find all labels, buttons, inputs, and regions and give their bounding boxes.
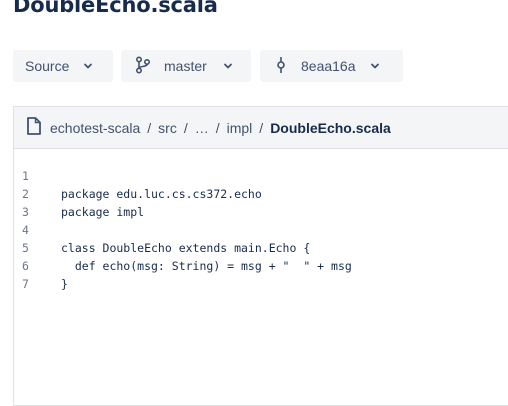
code-line: 3 [14, 185, 508, 219]
line-number: 7 [22, 277, 29, 291]
code-line: 6 } [14, 239, 508, 291]
code-line: 4 class DoubleEcho extends main.Echo { [14, 203, 508, 255]
page-title: DoubleEcho.scala [13, 0, 218, 17]
source-label: Source [25, 58, 70, 74]
commit-label: 8eaa16a [301, 58, 356, 74]
branch-icon [135, 55, 151, 77]
branch-dropdown[interactable]: master [121, 50, 251, 82]
breadcrumb-item-current-file: DoubleEcho.scala [270, 119, 391, 136]
chevron-down-icon [83, 58, 93, 74]
breadcrumb-item-src[interactable]: src [158, 120, 177, 136]
code-line: 1 package edu.luc.cs.cs372.echo [14, 149, 508, 201]
breadcrumb-item-ellipsis[interactable]: … [195, 120, 209, 136]
breadcrumb: echotest-scala / src / … / impl / Double… [14, 107, 508, 149]
chevron-down-icon [223, 58, 233, 74]
branch-label: master [164, 58, 207, 74]
code-line: 5 def echo(msg: String) = msg + " " + ms… [14, 221, 508, 273]
file-icon [27, 117, 41, 138]
code-line: 2 package impl [14, 167, 508, 219]
file-viewer: echotest-scala / src / … / impl / Double… [13, 106, 508, 406]
code-view: 1 package edu.luc.cs.cs372.echo 2 packag… [14, 149, 508, 291]
breadcrumb-separator: / [259, 119, 264, 136]
code-text: } [61, 277, 68, 291]
breadcrumb-separator: / [147, 119, 152, 136]
commit-dropdown[interactable]: 8eaa16a [260, 50, 403, 82]
breadcrumb-item-impl[interactable]: impl [227, 120, 253, 136]
code-line: 7 [14, 257, 508, 291]
source-dropdown[interactable]: Source [13, 50, 113, 82]
breadcrumb-separator: / [183, 119, 188, 136]
breadcrumb-separator: / [215, 119, 220, 136]
chevron-down-icon [370, 58, 380, 74]
breadcrumb-item-repo[interactable]: echotest-scala [50, 120, 140, 136]
commit-icon [276, 56, 286, 77]
